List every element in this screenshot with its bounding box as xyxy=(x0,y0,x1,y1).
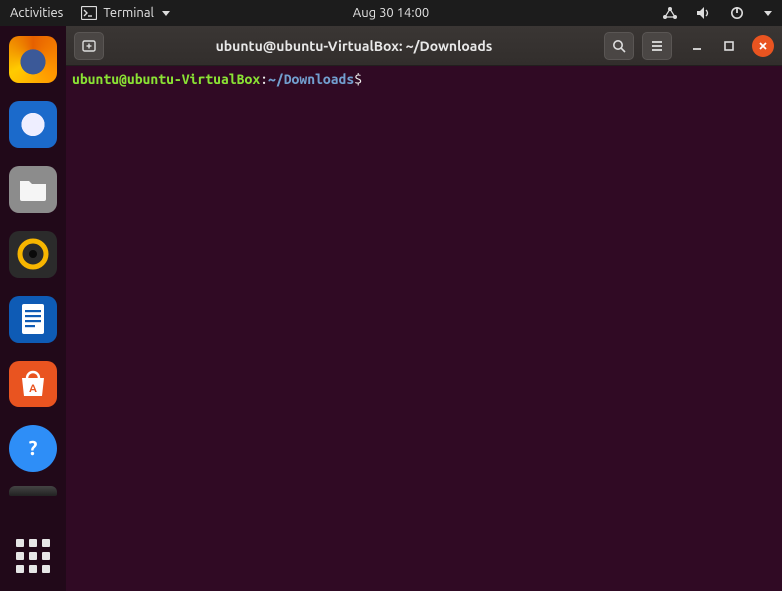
shopping-bag-icon: A xyxy=(16,368,50,400)
clock[interactable]: Aug 30 14:00 xyxy=(349,6,434,20)
close-icon xyxy=(757,40,769,52)
hamburger-menu-button[interactable] xyxy=(642,32,672,60)
terminal-body[interactable]: ubuntu@ubuntu-VirtualBox:~/Downloads$ xyxy=(66,66,782,591)
app-menu[interactable]: Terminal xyxy=(77,6,174,20)
folder-icon xyxy=(18,177,48,201)
volume-indicator[interactable] xyxy=(692,6,716,20)
maximize-icon xyxy=(723,40,735,52)
window-title: ubuntu@ubuntu-VirtualBox: ~/Downloads xyxy=(112,38,596,54)
prompt-path: ~/Downloads xyxy=(268,71,354,87)
power-icon xyxy=(730,6,744,20)
network-indicator[interactable] xyxy=(658,6,682,20)
svg-text:A: A xyxy=(29,383,37,395)
dock-app-ubuntu-software[interactable]: A xyxy=(9,361,57,408)
datetime-label: Aug 30 14:00 xyxy=(353,6,430,20)
svg-text:?: ? xyxy=(29,436,38,459)
question-icon: ? xyxy=(20,436,46,462)
dock-app-help[interactable]: ? xyxy=(9,425,57,472)
terminal-icon xyxy=(81,6,97,20)
search-icon xyxy=(611,38,627,54)
terminal-titlebar[interactable]: ubuntu@ubuntu-VirtualBox: ~/Downloads xyxy=(66,26,782,66)
power-indicator[interactable] xyxy=(726,6,748,20)
show-applications-button[interactable] xyxy=(9,532,57,579)
document-icon xyxy=(19,302,47,336)
dock-app-firefox[interactable] xyxy=(9,36,57,83)
prompt-user-host: ubuntu@ubuntu-VirtualBox xyxy=(72,71,260,87)
activities-label: Activities xyxy=(10,6,63,20)
prompt-separator: : xyxy=(260,71,268,87)
hamburger-icon xyxy=(649,38,665,54)
close-button[interactable] xyxy=(752,35,774,57)
minimize-button[interactable] xyxy=(688,37,706,55)
prompt-symbol: $ xyxy=(354,71,362,87)
dock-app-files[interactable] xyxy=(9,166,57,213)
dock-app-rhythmbox[interactable] xyxy=(9,231,57,278)
ubuntu-dock: A ? xyxy=(0,26,66,591)
dock-app-libreoffice-writer[interactable] xyxy=(9,296,57,343)
terminal-window: ubuntu@ubuntu-VirtualBox: ~/Downloads ub… xyxy=(66,26,782,591)
app-menu-label: Terminal xyxy=(103,6,154,20)
activities-button[interactable]: Activities xyxy=(6,6,67,20)
dock-app-thunderbird[interactable] xyxy=(9,101,57,148)
maximize-button[interactable] xyxy=(720,37,738,55)
speaker-icon xyxy=(16,237,50,271)
minimize-icon xyxy=(691,40,703,52)
gnome-top-panel: Activities Terminal Aug 30 14:00 xyxy=(0,0,782,26)
search-button[interactable] xyxy=(604,32,634,60)
new-tab-button[interactable] xyxy=(74,32,104,60)
volume-icon xyxy=(696,6,712,20)
new-tab-icon xyxy=(81,38,97,54)
network-icon xyxy=(662,6,678,20)
chevron-down-icon xyxy=(764,11,772,16)
dock-drawer-handle[interactable] xyxy=(9,486,57,496)
chevron-down-icon xyxy=(162,11,170,16)
system-menu-caret[interactable] xyxy=(758,11,776,16)
